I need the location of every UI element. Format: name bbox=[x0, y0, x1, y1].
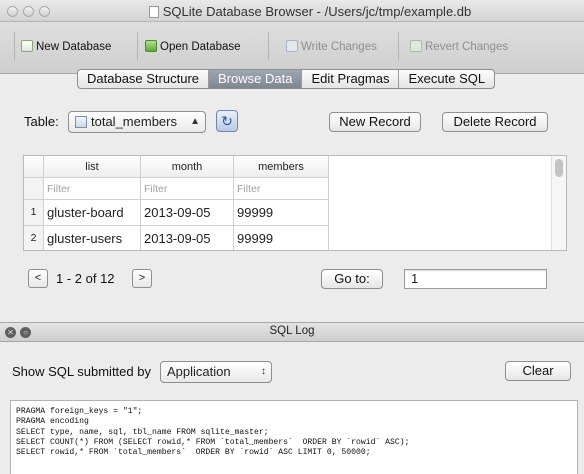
write-changes-icon bbox=[286, 40, 298, 52]
table-select[interactable]: total_members ▲ bbox=[68, 111, 206, 133]
table-cell[interactable]: 2013-09-05 bbox=[141, 200, 234, 226]
updown-arrows-icon: ▲ bbox=[190, 116, 200, 127]
table-cell[interactable]: 99999 bbox=[234, 226, 329, 250]
tab-browse-data[interactable]: Browse Data bbox=[209, 70, 303, 88]
scrollbar-thumb[interactable] bbox=[555, 159, 563, 177]
previous-page-button[interactable]: < bbox=[28, 269, 48, 288]
clear-log-button[interactable]: Clear bbox=[505, 361, 571, 381]
submitted-by-value: Application bbox=[167, 364, 231, 379]
column-header-month[interactable]: month bbox=[141, 156, 234, 178]
toolbar-divider bbox=[14, 32, 15, 60]
sql-log-line: SELECT type, name, sql, tbl_name FROM sq… bbox=[16, 427, 269, 437]
sql-log-header: ✕ ○ SQL Log bbox=[0, 322, 584, 342]
updown-arrows-icon: ↕ bbox=[261, 366, 266, 377]
go-to-input[interactable]: 1 bbox=[404, 269, 547, 289]
open-database-button[interactable]: Open Database bbox=[145, 40, 241, 53]
revert-changes-button[interactable]: Revert Changes bbox=[410, 40, 508, 53]
filter-input-members[interactable]: Filter bbox=[234, 178, 329, 200]
row-number[interactable]: 1 bbox=[24, 200, 44, 226]
tab-edit-pragmas[interactable]: Edit Pragmas bbox=[302, 70, 400, 88]
table-icon bbox=[75, 116, 87, 128]
tab-database-structure[interactable]: Database Structure bbox=[78, 70, 210, 88]
column-header-members[interactable]: members bbox=[234, 156, 329, 178]
row-number-header bbox=[24, 156, 44, 178]
filter-row-header bbox=[24, 178, 44, 200]
main-toolbar: New Database Open Database Write Changes… bbox=[0, 22, 584, 74]
submitted-by-select[interactable]: Application ↕ bbox=[160, 361, 272, 383]
toolbar-divider bbox=[398, 32, 399, 60]
row-number[interactable]: 2 bbox=[24, 226, 44, 250]
new-database-icon bbox=[21, 40, 33, 52]
sql-log-line: PRAGMA foreign_keys = "1"; bbox=[16, 407, 143, 416]
grid-vertical-scrollbar[interactable] bbox=[551, 156, 566, 250]
table-cell[interactable]: 2013-09-05 bbox=[141, 226, 234, 250]
table-cell[interactable]: 99999 bbox=[234, 200, 329, 226]
page-status: 1 - 2 of 12 bbox=[56, 271, 115, 286]
minimize-window-button[interactable] bbox=[23, 6, 34, 17]
sql-log-title: SQL Log bbox=[269, 325, 315, 337]
submitted-by-label: Show SQL submitted by bbox=[12, 364, 151, 379]
new-database-button[interactable]: New Database bbox=[21, 40, 111, 53]
filter-input-list[interactable]: Filter bbox=[44, 178, 141, 200]
table-select-value: total_members bbox=[91, 114, 177, 129]
data-grid: list month members Filter Filter Filter … bbox=[23, 155, 567, 251]
zoom-window-button[interactable] bbox=[39, 6, 50, 17]
toolbar-divider bbox=[268, 32, 269, 60]
table-cell[interactable]: gluster-board bbox=[44, 200, 141, 226]
refresh-icon: ↻ bbox=[221, 113, 233, 129]
toolbar-divider bbox=[137, 32, 138, 60]
document-icon bbox=[148, 6, 159, 18]
sql-log-line: PRAGMA encoding bbox=[16, 417, 89, 427]
go-to-button[interactable]: Go to: bbox=[321, 269, 383, 289]
window-title: SQLite Database Browser - /Users/jc/tmp/… bbox=[120, 4, 500, 19]
window-titlebar: SQLite Database Browser - /Users/jc/tmp/… bbox=[0, 0, 584, 22]
close-window-button[interactable] bbox=[7, 6, 18, 17]
sql-log-text[interactable]: PRAGMA foreign_keys = "1"; PRAGMA encodin… bbox=[10, 400, 578, 474]
delete-record-button[interactable]: Delete Record bbox=[442, 112, 548, 132]
filter-input-month[interactable]: Filter bbox=[141, 178, 234, 200]
sql-log-line: SELECT rowid,* FROM `total_members` ORDE… bbox=[16, 448, 371, 458]
write-changes-button[interactable]: Write Changes bbox=[286, 40, 377, 53]
refresh-button[interactable]: ↻ bbox=[216, 110, 238, 132]
main-tab-bar: Database Structure Browse Data Edit Prag… bbox=[77, 69, 496, 89]
table-label: Table: bbox=[24, 114, 59, 129]
table-cell[interactable]: gluster-users bbox=[44, 226, 141, 250]
new-record-button[interactable]: New Record bbox=[329, 112, 421, 132]
column-header-list[interactable]: list bbox=[44, 156, 141, 178]
open-database-icon bbox=[145, 40, 157, 52]
browse-data-panel: Table: total_members ▲ ↻ New Record Dele… bbox=[8, 92, 578, 302]
next-page-button[interactable]: > bbox=[132, 269, 152, 288]
tab-execute-sql[interactable]: Execute SQL bbox=[399, 70, 494, 88]
revert-changes-icon bbox=[410, 40, 422, 52]
sql-log-line: SELECT COUNT(*) FROM (SELECT rowid,* FRO… bbox=[16, 437, 410, 447]
